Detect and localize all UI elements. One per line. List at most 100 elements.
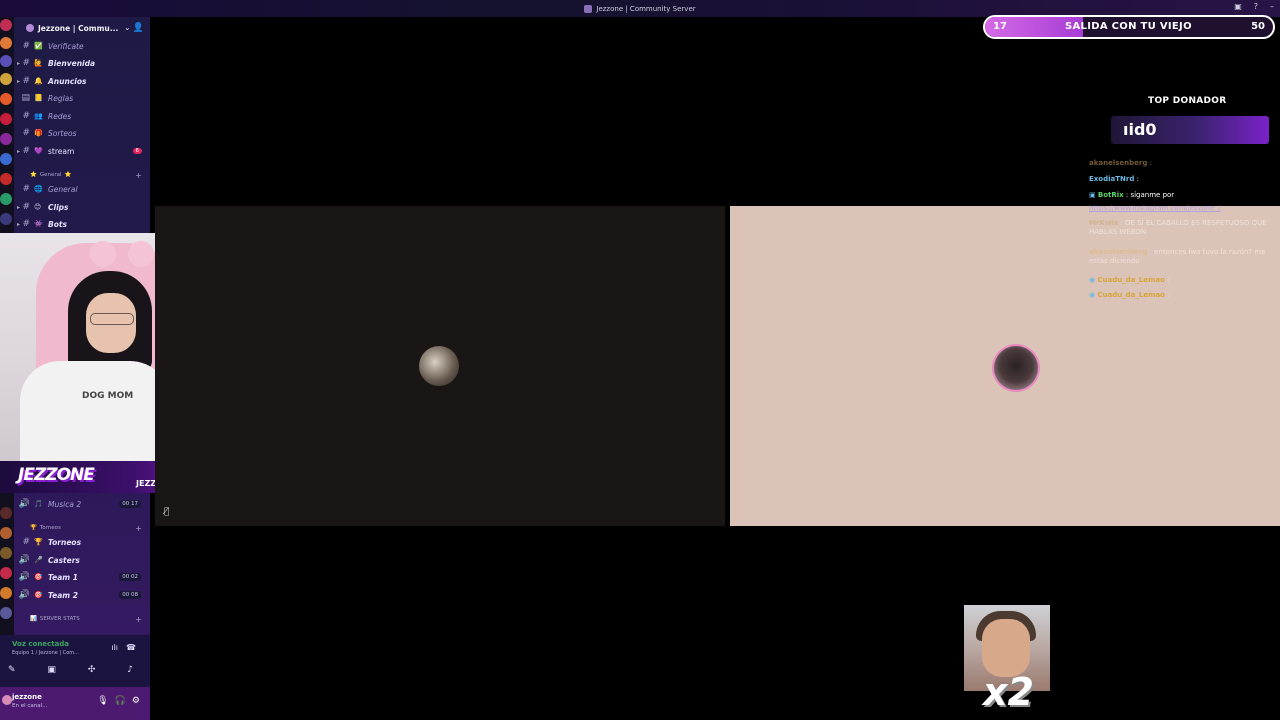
channel-item[interactable]: # 👥 Redes [14, 108, 150, 124]
glasses [90, 313, 134, 325]
server-icon[interactable] [0, 55, 12, 67]
star-icon: ⭐ [64, 172, 72, 178]
channel-item[interactable]: ▸ # 🙋 Bienvenida [14, 55, 150, 71]
chevron-right-icon: ▸ [17, 220, 21, 228]
server-icon[interactable] [0, 153, 12, 165]
server-icon[interactable] [0, 19, 12, 31]
voice-action-row: ✎ ▣ ✣ ♪ [8, 665, 133, 675]
voice-channel-path[interactable]: Equipo 1 / Jezzone | Com... [12, 650, 79, 656]
badge-icon: ◉ [1089, 276, 1096, 284]
goal-title: SALIDA CON TU VIEJO [1065, 21, 1192, 32]
add-user-icon[interactable]: 👤 [133, 23, 144, 33]
server-icon[interactable] [0, 527, 12, 539]
video-off-icon[interactable]: ✎ [8, 665, 16, 675]
server-icon[interactable] [0, 173, 12, 185]
voice-tile-participant[interactable]: 🎙̸ [155, 206, 725, 526]
microphone-icon[interactable]: 🎙 [97, 696, 108, 706]
target-icon: 🎯 [34, 573, 43, 581]
category-torneos[interactable]: 🏆 Torneos + [30, 522, 150, 534]
target-icon: 🎯 [34, 591, 43, 599]
user-count: 00 17 [119, 500, 141, 508]
sweater-text: DOG MOM [82, 391, 134, 401]
hash-icon: # [22, 537, 30, 547]
server-icon[interactable] [0, 567, 12, 579]
disconnect-icon[interactable]: ☎ [126, 643, 136, 652]
channel-item[interactable]: # 🎁 Sorteos [14, 125, 150, 141]
user-status: En el canal... [12, 703, 48, 709]
multiplier-label: x2 [983, 670, 1034, 714]
signal-icon[interactable]: ılı [111, 643, 118, 652]
speaker-icon: 🔊 [18, 572, 30, 582]
inbox-icon[interactable]: ▣ [1234, 2, 1242, 11]
channel-item[interactable]: # 🏆 Torneos [14, 534, 150, 550]
channel-item[interactable]: # 🌐 General [14, 181, 150, 197]
speaker-icon: 🔊 [18, 499, 30, 509]
server-icon[interactable] [0, 73, 12, 85]
help-icon[interactable]: ? [1254, 2, 1258, 11]
participant-avatar [994, 346, 1038, 390]
server-icon[interactable] [0, 607, 12, 619]
chat-message: akanelsenberg : entonces iwo tuvo la raz… [1089, 248, 1266, 265]
chat-message: akanelsenberg : [1089, 159, 1152, 167]
chat-message: ExodiaTNrd : [1089, 175, 1139, 183]
soundboard-icon[interactable]: ♪ [127, 665, 133, 675]
top-donor-label: TOP DONADOR [1148, 96, 1227, 106]
category-general[interactable]: ⭐ General ⭐ + [30, 169, 150, 181]
channel-item[interactable]: 🔊 🎤 Casters [14, 552, 150, 568]
trophy-icon: 🏆 [30, 525, 37, 531]
voice-connection-panel: Voz conectada Equipo 1 / Jezzone | Com..… [0, 635, 150, 687]
server-icon[interactable] [0, 113, 12, 125]
server-icon[interactable] [0, 37, 12, 49]
muted-mic-icon: 🎙̸ [164, 507, 170, 517]
avatar[interactable] [2, 695, 12, 705]
chevron-right-icon: ▸ [17, 147, 21, 155]
gear-icon[interactable]: ⚙ [132, 696, 140, 706]
channel-item[interactable]: ▸ # 👾 Bots [14, 216, 150, 232]
server-icon[interactable] [0, 93, 12, 105]
chevron-right-icon: ▸ [17, 77, 21, 85]
server-icon[interactable] [0, 587, 12, 599]
headphones-icon[interactable]: 🎧 [115, 696, 126, 706]
channel-item[interactable]: ▤ 📒 Reglas [14, 90, 150, 106]
window-controls: ▣ ? – [1234, 2, 1274, 11]
channel-item[interactable]: ▸ # 💜 stream 6 [14, 143, 150, 159]
server-icon [584, 4, 593, 13]
server-icon[interactable] [0, 193, 12, 205]
star-icon: ⭐ [30, 172, 37, 178]
hash-icon: # [22, 41, 30, 51]
window-title: Jezzone | Community Server [584, 4, 696, 13]
add-channel-icon[interactable]: + [135, 615, 142, 624]
channel-item[interactable]: ▸ # 🔔 Anuncios [14, 73, 150, 89]
voice-status[interactable]: Voz conectada [12, 640, 69, 648]
server-header[interactable]: Jezzone | Commu... ⌄ 👤 [14, 17, 150, 39]
donation-goal-bar: 17 SALIDA CON TU VIEJO 50 [983, 15, 1275, 39]
rules-icon: ▤ [21, 93, 30, 103]
speaker-icon: 🔊 [18, 555, 30, 565]
server-icon[interactable] [0, 507, 12, 519]
user-controls: 🎙 🎧 ⚙ [97, 696, 140, 706]
person-face [982, 619, 1030, 677]
minimize-icon[interactable]: – [1270, 2, 1274, 11]
server-icon[interactable] [0, 547, 12, 559]
user-count: 00 08 [119, 591, 141, 599]
channel-item[interactable]: # ✅ Verificate [14, 38, 150, 54]
voice-controls: ılı ☎ [111, 643, 136, 652]
add-channel-icon[interactable]: + [135, 171, 142, 180]
activities-icon[interactable]: ✣ [88, 665, 96, 675]
hash-icon: # [22, 184, 30, 194]
category-server-stats[interactable]: 📊 SERVER STATS + [30, 613, 150, 625]
chat-message: MrKwix : OE SI EL CABALLO ES RESPETUOSO … [1089, 219, 1267, 236]
speaker-icon: 🔊 [18, 590, 30, 600]
voice-channel-musica[interactable]: 🔊 🎵 Musica 2 00 17 [14, 496, 150, 512]
top-donor-name: ıid0 [1123, 120, 1157, 139]
screen-share-icon[interactable]: ▣ [47, 665, 56, 675]
voice-channel-team2[interactable]: 🔊 🎯 Team 2 00 08 [14, 587, 150, 603]
server-icon[interactable] [0, 213, 12, 225]
mention-badge: 6 [132, 148, 142, 154]
add-channel-icon[interactable]: + [135, 524, 142, 533]
username[interactable]: jezzone [12, 693, 42, 701]
channel-item[interactable]: ▸ # 😊 Clips [14, 199, 150, 215]
server-icon[interactable] [0, 133, 12, 145]
user-panel: jezzone En el canal... 🎙 🎧 ⚙ [0, 687, 150, 720]
voice-channel-team1[interactable]: 🔊 🎯 Team 1 00 02 [14, 569, 150, 585]
